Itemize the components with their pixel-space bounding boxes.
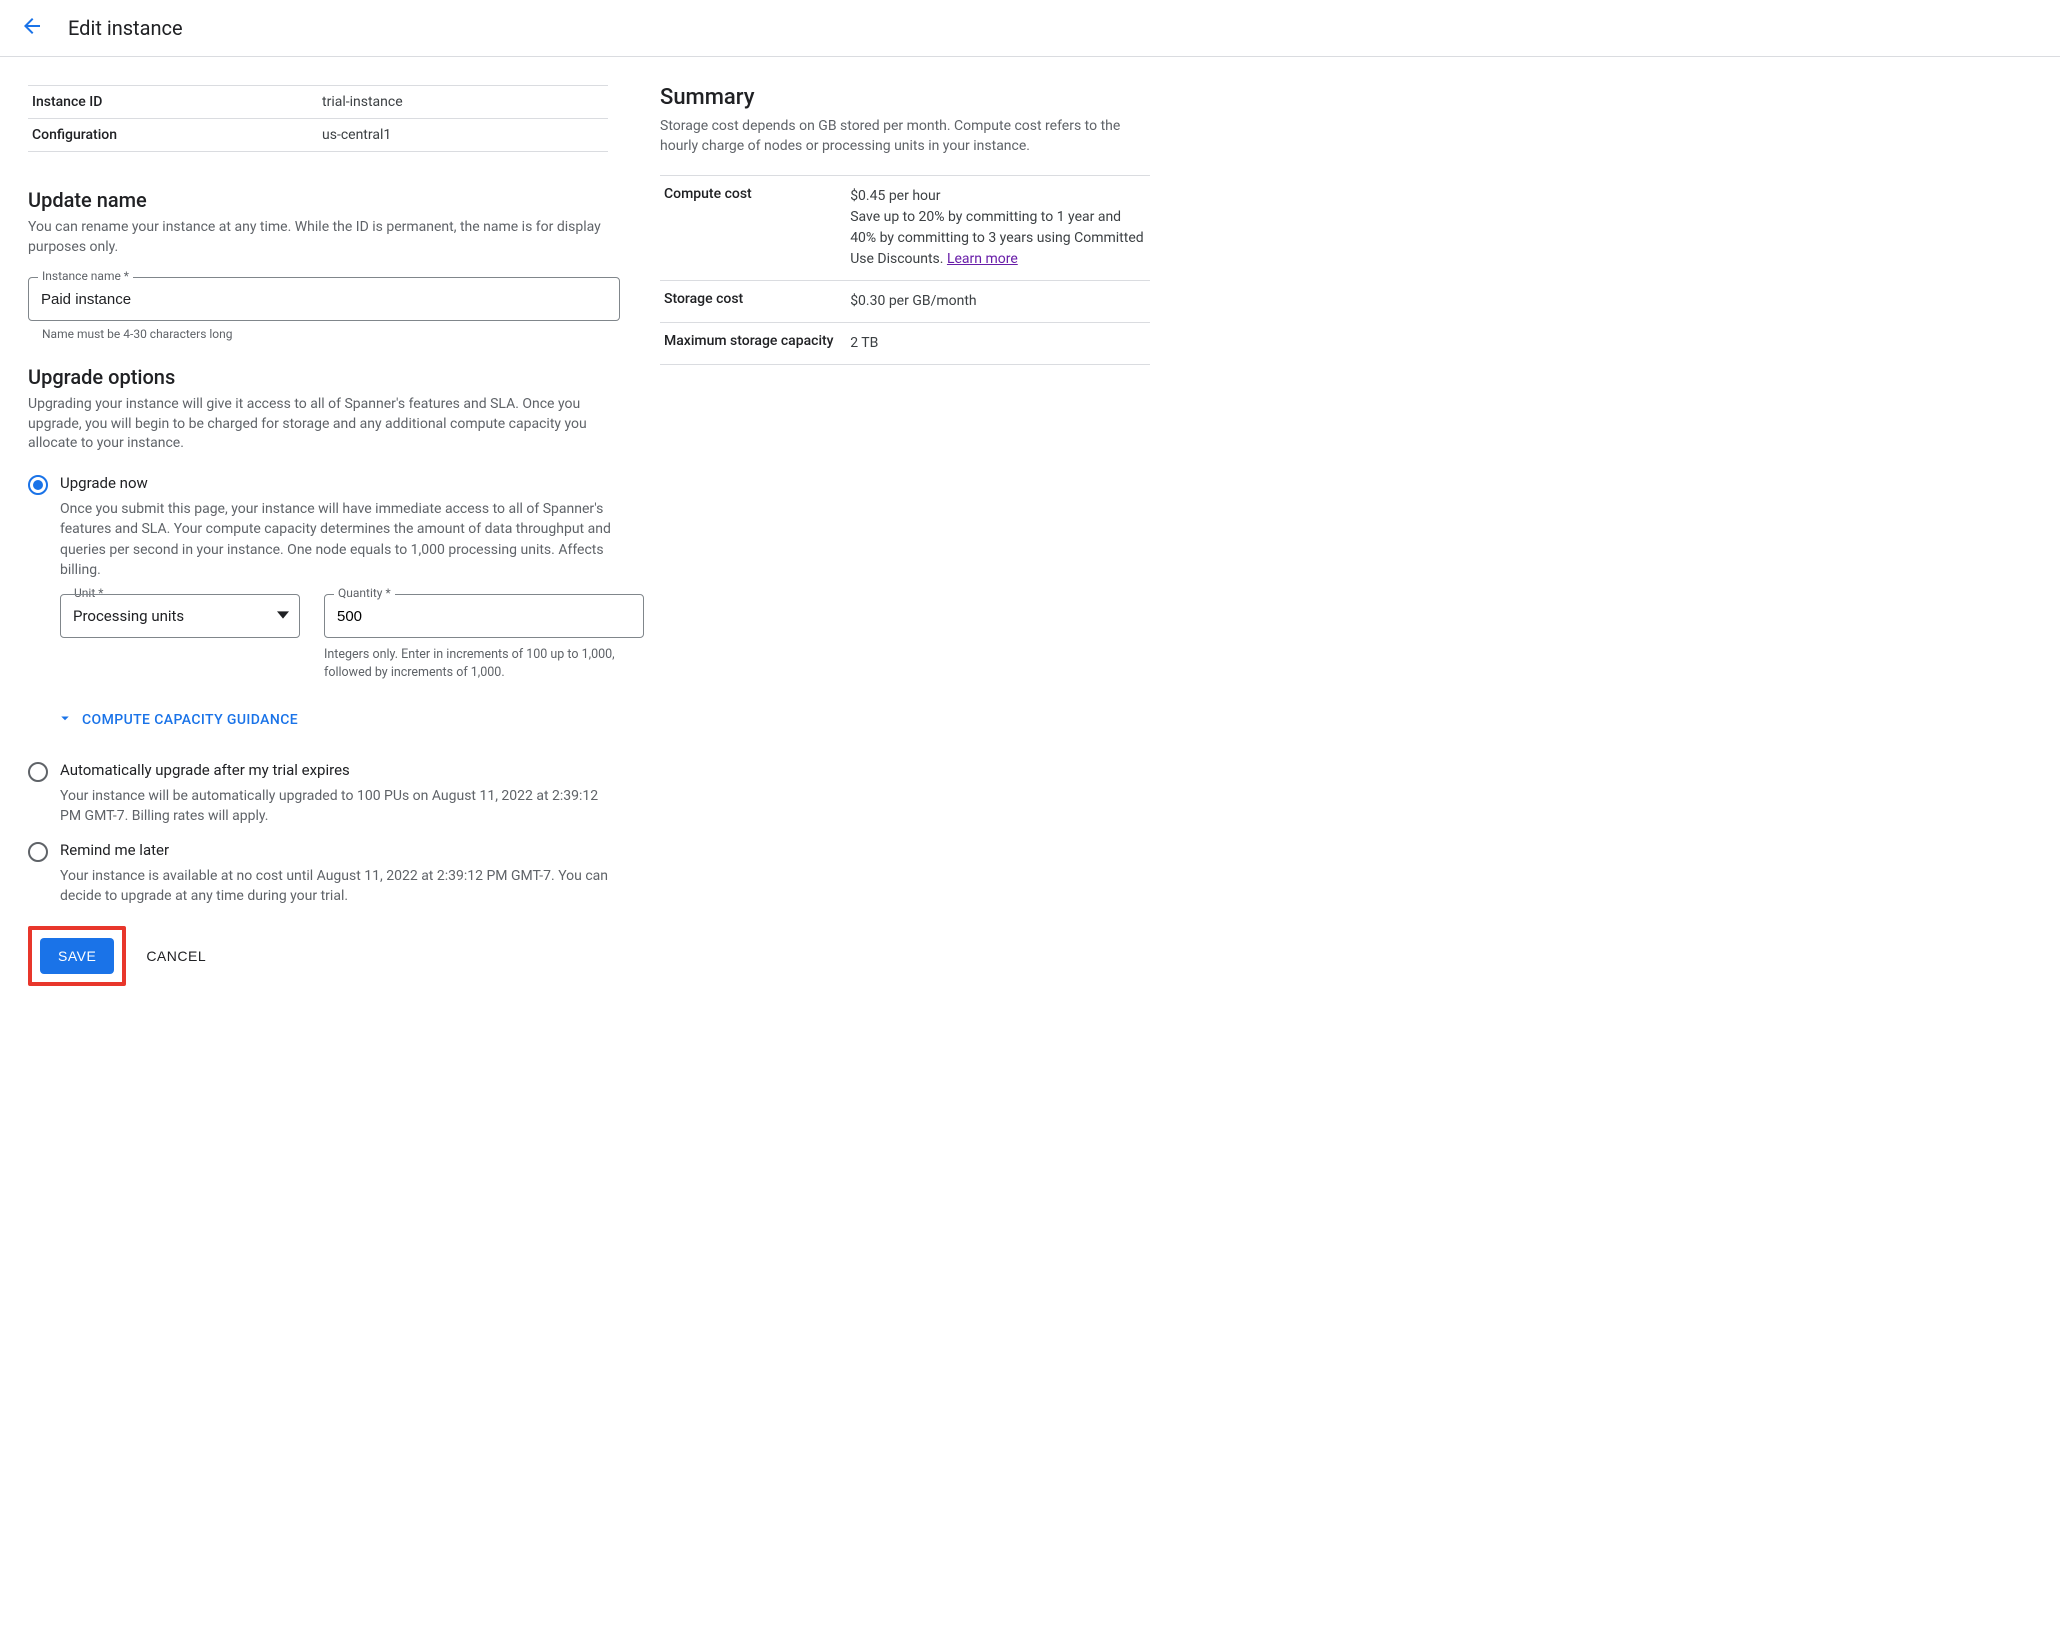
radio-upgrade-now-desc: Once you submit this page, your instance… — [60, 499, 620, 580]
back-arrow-icon[interactable] — [20, 14, 44, 42]
instance-name-input[interactable] — [28, 277, 620, 321]
save-button-highlight: SAVE — [28, 926, 126, 986]
row-max-storage: Maximum storage capacity 2 TB — [660, 322, 1150, 364]
compute-cost-value: $0.45 per hour Save up to 20% by committ… — [846, 175, 1150, 280]
row-instance-id: Instance ID trial-instance — [28, 86, 608, 119]
cancel-button[interactable]: CANCEL — [146, 948, 206, 964]
save-button[interactable]: SAVE — [40, 938, 114, 974]
quantity-hint: Integers only. Enter in increments of 10… — [324, 646, 634, 681]
guidance-label: COMPUTE CAPACITY GUIDANCE — [82, 712, 298, 728]
quantity-input[interactable] — [324, 594, 644, 638]
page-title: Edit instance — [68, 16, 183, 40]
instance-name-label: Instance name * — [38, 269, 133, 283]
radio-remind-later-desc: Your instance is available at no cost un… — [60, 866, 620, 907]
update-name-title: Update name — [28, 188, 620, 212]
upgrade-options-desc: Upgrading your instance will give it acc… — [28, 395, 620, 454]
quantity-label: Quantity * — [334, 586, 395, 600]
instance-info-table: Instance ID trial-instance Configuration… — [28, 85, 608, 152]
summary-desc: Storage cost depends on GB stored per mo… — [660, 116, 1150, 157]
upgrade-options-title: Upgrade options — [28, 365, 620, 389]
radio-auto-upgrade-desc: Your instance will be automatically upgr… — [60, 786, 620, 827]
radio-upgrade-now-label: Upgrade now — [60, 474, 148, 492]
compute-cost-label: Compute cost — [660, 175, 846, 280]
row-storage-cost: Storage cost $0.30 per GB/month — [660, 280, 1150, 322]
learn-more-link[interactable]: Learn more — [947, 251, 1018, 267]
storage-cost-label: Storage cost — [660, 280, 846, 322]
max-storage-value: 2 TB — [846, 322, 1150, 364]
radio-remind-later-label: Remind me later — [60, 841, 169, 859]
configuration-label: Configuration — [28, 119, 318, 152]
compute-capacity-guidance-toggle[interactable]: COMPUTE CAPACITY GUIDANCE — [56, 709, 620, 731]
chevron-down-icon — [56, 709, 74, 731]
row-configuration: Configuration us-central1 — [28, 119, 608, 152]
summary-table: Compute cost $0.45 per hour Save up to 2… — [660, 175, 1150, 365]
instance-id-value: trial-instance — [318, 86, 608, 119]
radio-remind-later[interactable] — [28, 842, 48, 862]
summary-title: Summary — [660, 85, 1150, 110]
row-compute-cost: Compute cost $0.45 per hour Save up to 2… — [660, 175, 1150, 280]
configuration-value: us-central1 — [318, 119, 608, 152]
unit-select[interactable]: Processing units — [60, 594, 300, 638]
radio-dot-icon — [33, 480, 43, 490]
storage-cost-value: $0.30 per GB/month — [846, 280, 1150, 322]
max-storage-label: Maximum storage capacity — [660, 322, 846, 364]
radio-upgrade-now[interactable] — [28, 475, 48, 495]
radio-auto-upgrade[interactable] — [28, 762, 48, 782]
instance-id-label: Instance ID — [28, 86, 318, 119]
unit-value: Processing units — [73, 607, 184, 625]
page-header: Edit instance — [0, 0, 2060, 57]
compute-cost-amount: $0.45 per hour — [850, 188, 940, 204]
update-name-desc: You can rename your instance at any time… — [28, 218, 620, 257]
radio-auto-upgrade-label: Automatically upgrade after my trial exp… — [60, 761, 350, 779]
instance-name-hint: Name must be 4-30 characters long — [42, 327, 620, 341]
caret-down-icon — [277, 607, 289, 625]
instance-name-field: Instance name * — [28, 277, 620, 321]
